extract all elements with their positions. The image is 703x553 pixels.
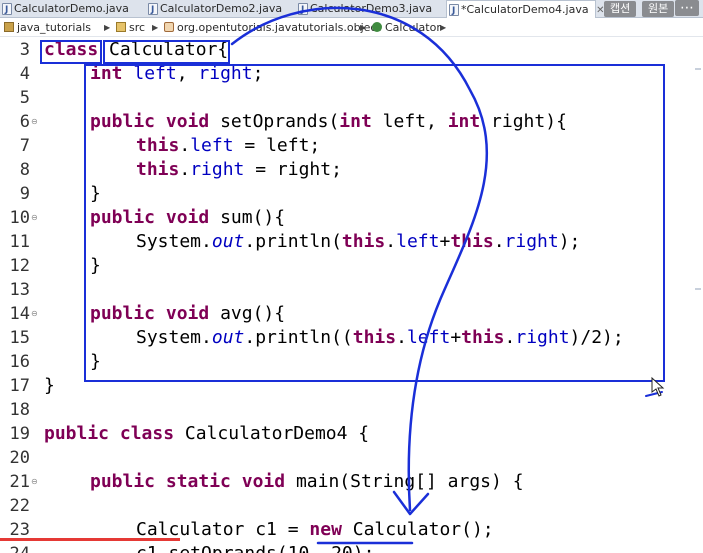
line-number-label: 11	[9, 232, 30, 252]
code-line-19[interactable]: public class CalculatorDemo4 {	[44, 422, 369, 446]
line-number-label: 12	[9, 256, 30, 276]
line-number-label: 10	[9, 208, 30, 228]
fold-toggle-icon[interactable]: ⊖	[31, 309, 38, 318]
fold-toggle-icon[interactable]: ⊖	[31, 477, 38, 486]
line-number-21: 21 ⊖	[0, 470, 38, 494]
java-file-icon	[2, 1, 12, 19]
line-number-label: 6	[19, 112, 30, 132]
line-number-10: 10 ⊖	[0, 206, 38, 230]
source-folder-icon	[116, 22, 126, 32]
code-line-7[interactable]: this.left = left;	[136, 134, 320, 158]
line-number-20: 20	[0, 446, 38, 470]
overview-ruler-mark[interactable]	[695, 288, 701, 290]
line-number-label: 18	[9, 400, 30, 420]
line-number-label: 7	[19, 136, 30, 156]
line-number-8: 8	[0, 158, 38, 182]
overview-ruler-mark[interactable]	[695, 68, 701, 70]
line-number-14: 14 ⊖	[0, 302, 38, 326]
breadcrumb-project[interactable]: java_tutorials	[4, 19, 91, 37]
chevron-right-icon: ▶	[440, 23, 447, 32]
line-number-7: 7	[0, 134, 38, 158]
line-number-label: 5	[19, 88, 30, 108]
code-line-3[interactable]: class Calculator{	[44, 38, 228, 62]
chevron-right-icon: ▶	[152, 23, 159, 32]
code-line-24[interactable]: c1.setOprands(10, 20);	[136, 542, 374, 553]
chevron-right-icon: ▶	[360, 23, 367, 32]
code-line-16[interactable]: }	[90, 350, 101, 374]
code-line-12[interactable]: }	[90, 254, 101, 278]
line-number-13: 13	[0, 278, 38, 302]
line-number-label: 8	[19, 160, 30, 180]
line-number-label: 14	[9, 304, 30, 324]
line-number-3: 3	[0, 38, 38, 62]
line-number-label: 13	[9, 280, 30, 300]
breadcrumb-class[interactable]: Calculator	[372, 19, 441, 37]
line-number-label: 9	[19, 184, 30, 204]
code-line-21[interactable]: public static void main(String[] args) {	[90, 470, 524, 494]
code-line-14[interactable]: public void avg(){	[90, 302, 285, 326]
package-icon	[164, 22, 174, 32]
code-line-15[interactable]: System.out.println((this.left+this.right…	[136, 326, 624, 350]
line-number-label: 3	[19, 40, 30, 60]
tab-label: CalculatorDemo3.java	[310, 2, 433, 15]
code-line-23[interactable]: Calculator c1 = new Calculator();	[136, 518, 494, 542]
line-number-6: 6 ⊖	[0, 110, 38, 134]
line-number-11: 11	[0, 230, 38, 254]
more-icon[interactable]: ⋯	[675, 0, 699, 16]
code-line-11[interactable]: System.out.println(this.left+this.right)…	[136, 230, 580, 254]
line-number-label: 17	[9, 376, 30, 396]
code-line-9[interactable]: }	[90, 182, 101, 206]
line-number-label: 20	[9, 448, 30, 468]
line-number-5: 5	[0, 86, 38, 110]
line-number-label: 21	[9, 472, 30, 492]
java-file-icon	[298, 1, 308, 19]
line-number-12: 12	[0, 254, 38, 278]
breadcrumb-src[interactable]: src	[116, 19, 145, 37]
line-number-24: 24	[0, 542, 38, 553]
line-number-label: 4	[19, 64, 30, 84]
code-line-8[interactable]: this.right = right;	[136, 158, 342, 182]
fold-toggle-icon[interactable]: ⊖	[31, 213, 38, 222]
tab-calculator-demo2[interactable]: CalculatorDemo2.java	[146, 0, 283, 19]
tab-label: *CalculatorDemo4.java	[461, 3, 589, 16]
line-number-22: 22	[0, 494, 38, 518]
line-number-label: 22	[9, 496, 30, 516]
code-line-10[interactable]: public void sum(){	[90, 206, 285, 230]
line-number-17: 17	[0, 374, 38, 398]
line-number-label: 16	[9, 352, 30, 372]
code-line-17[interactable]: }	[44, 374, 55, 398]
tab-calculator-demo4[interactable]: *CalculatorDemo4.java ✕	[446, 0, 604, 20]
code-line-6[interactable]: public void setOprands(int left, int rig…	[90, 110, 567, 134]
video-progress-bar[interactable]	[0, 538, 180, 541]
editor-tab-bar: CalculatorDemo.java CalculatorDemo2.java…	[0, 0, 703, 20]
breadcrumb: java_tutorials ▶ src ▶ org.opentutorials…	[0, 19, 703, 37]
line-number-label: 19	[9, 424, 30, 444]
tab-label: CalculatorDemo.java	[14, 2, 129, 15]
code-line-4[interactable]: int left, right;	[90, 62, 263, 86]
line-number-9: 9	[0, 182, 38, 206]
tab-calculator-demo[interactable]: CalculatorDemo.java	[0, 0, 129, 19]
tab-label: CalculatorDemo2.java	[160, 2, 283, 15]
java-file-icon	[148, 1, 158, 19]
class-icon	[372, 22, 382, 32]
line-number-label: 24	[10, 542, 30, 553]
breadcrumb-package[interactable]: org.opentutorials.javatutorials.object	[164, 19, 381, 37]
fold-toggle-icon[interactable]: ⊖	[31, 117, 38, 126]
chevron-right-icon: ▶	[104, 23, 111, 32]
original-chip[interactable]: 원본	[642, 1, 675, 17]
caption-chip[interactable]: 캡션	[604, 1, 637, 17]
java-file-icon	[449, 2, 459, 20]
tab-calculator-demo3[interactable]: CalculatorDemo3.java	[296, 0, 433, 19]
line-number-18: 18	[0, 398, 38, 422]
line-number-label: 15	[9, 328, 30, 348]
line-number-16: 16	[0, 350, 38, 374]
line-number-4: 4	[0, 62, 38, 86]
project-icon	[4, 22, 14, 32]
line-number-19: 19	[0, 422, 38, 446]
code-editor[interactable]: 3456⊖78910⊖11121314⊖15161718192021⊖22232…	[0, 38, 703, 553]
line-number-15: 15	[0, 326, 38, 350]
